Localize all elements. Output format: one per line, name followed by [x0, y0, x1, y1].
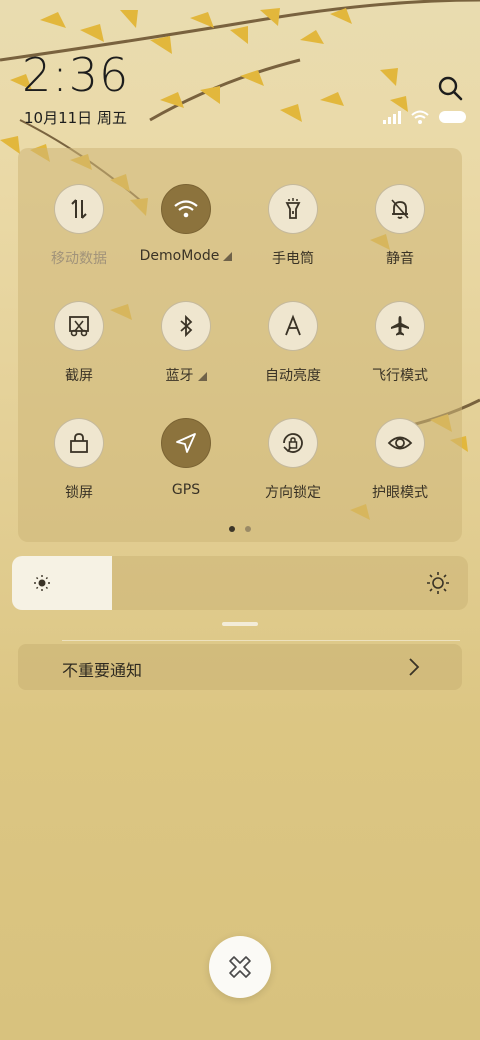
tile-circle — [161, 184, 211, 234]
rotation-lock-icon — [283, 433, 303, 453]
screenshot-icon — [69, 316, 89, 337]
tile-circle — [268, 184, 318, 234]
tile-circle — [54, 418, 104, 468]
tile-gps[interactable]: GPS — [131, 418, 241, 498]
brightness-fill — [12, 556, 113, 610]
mobile-data-icon — [71, 199, 87, 219]
airplane-icon — [391, 316, 409, 336]
tile-label: GPS — [171, 482, 201, 498]
tile-label: DemoMode — [131, 248, 241, 264]
tile-label: 截屏 — [65, 368, 93, 384]
brightness-slider[interactable] — [12, 556, 468, 610]
tile-eye-care[interactable]: 护眼模式 — [345, 418, 455, 502]
brightness-high-icon — [427, 572, 449, 594]
tile-auto-brightness[interactable]: 自动亮度 — [238, 301, 348, 385]
mute-bell-icon — [391, 199, 409, 219]
drag-handle[interactable] — [222, 622, 258, 626]
wifi-signal-icon — [411, 110, 429, 124]
tile-circle — [375, 301, 425, 351]
auto-brightness-icon — [285, 314, 301, 336]
tile-rotation-lock[interactable]: 方向锁定 — [238, 418, 348, 502]
tile-circle — [268, 301, 318, 351]
location-icon — [176, 433, 196, 453]
tile-circle — [54, 184, 104, 234]
tile-circle — [375, 418, 425, 468]
status-icons — [382, 108, 468, 126]
eye-icon — [387, 436, 413, 450]
tile-label: 锁屏 — [65, 485, 93, 501]
battery-icon — [439, 111, 466, 123]
expand-corner-icon — [223, 252, 233, 261]
tile-mute[interactable]: 静音 — [345, 184, 455, 268]
tile-circle — [54, 301, 104, 351]
tile-label: 蓝牙 — [131, 365, 241, 385]
tile-mobile-data[interactable]: 移动数据 — [24, 184, 134, 268]
clock-time: 2:36 — [22, 48, 130, 102]
tile-label: 手电筒 — [272, 251, 314, 267]
tile-label: 移动数据 — [51, 251, 107, 267]
brightness-low-icon — [34, 575, 50, 591]
wifi-icon — [174, 200, 198, 218]
tile-flashlight[interactable]: 手电筒 — [238, 184, 348, 268]
cellular-signal-icon — [383, 111, 401, 124]
tile-lock-screen[interactable]: 锁屏 — [24, 418, 134, 502]
tile-label: 飞行模式 — [372, 368, 428, 384]
search-icon — [438, 76, 463, 101]
flashlight-icon — [285, 198, 301, 219]
divider — [62, 640, 460, 641]
tile-bluetooth[interactable]: 蓝牙 — [131, 301, 241, 385]
tile-label: 自动亮度 — [265, 368, 321, 384]
page-indicator — [18, 526, 462, 532]
tile-label: 护眼模式 — [372, 485, 428, 501]
quick-settings-panel: 移动数据 DemoMode 手电筒 静音 截屏 蓝牙 自动亮度 飞行模式 锁屏 … — [18, 148, 462, 542]
tile-circle — [161, 418, 211, 468]
tile-label: 方向锁定 — [265, 485, 321, 501]
page-dot[interactable] — [229, 526, 235, 532]
clear-all-button[interactable] — [209, 936, 271, 998]
tile-airplane[interactable]: 飞行模式 — [345, 301, 455, 385]
tile-screenshot[interactable]: 截屏 — [24, 301, 134, 385]
clock-date: 10月11日 周五 — [24, 109, 127, 127]
close-icon — [229, 956, 251, 978]
notifications-label: 不重要通知 — [62, 661, 143, 680]
expand-corner-icon — [197, 372, 207, 381]
lock-icon — [70, 433, 88, 453]
unimportant-notifications-row[interactable]: 不重要通知 — [18, 644, 462, 690]
tile-circle — [268, 418, 318, 468]
search-button[interactable] — [436, 74, 464, 102]
bluetooth-icon — [180, 314, 193, 338]
page-dot[interactable] — [245, 526, 251, 532]
tile-circle — [161, 301, 211, 351]
tile-label: 静音 — [386, 251, 414, 267]
tile-circle — [375, 184, 425, 234]
chevron-right-icon — [409, 658, 420, 676]
tile-wifi[interactable]: DemoMode — [131, 184, 241, 264]
